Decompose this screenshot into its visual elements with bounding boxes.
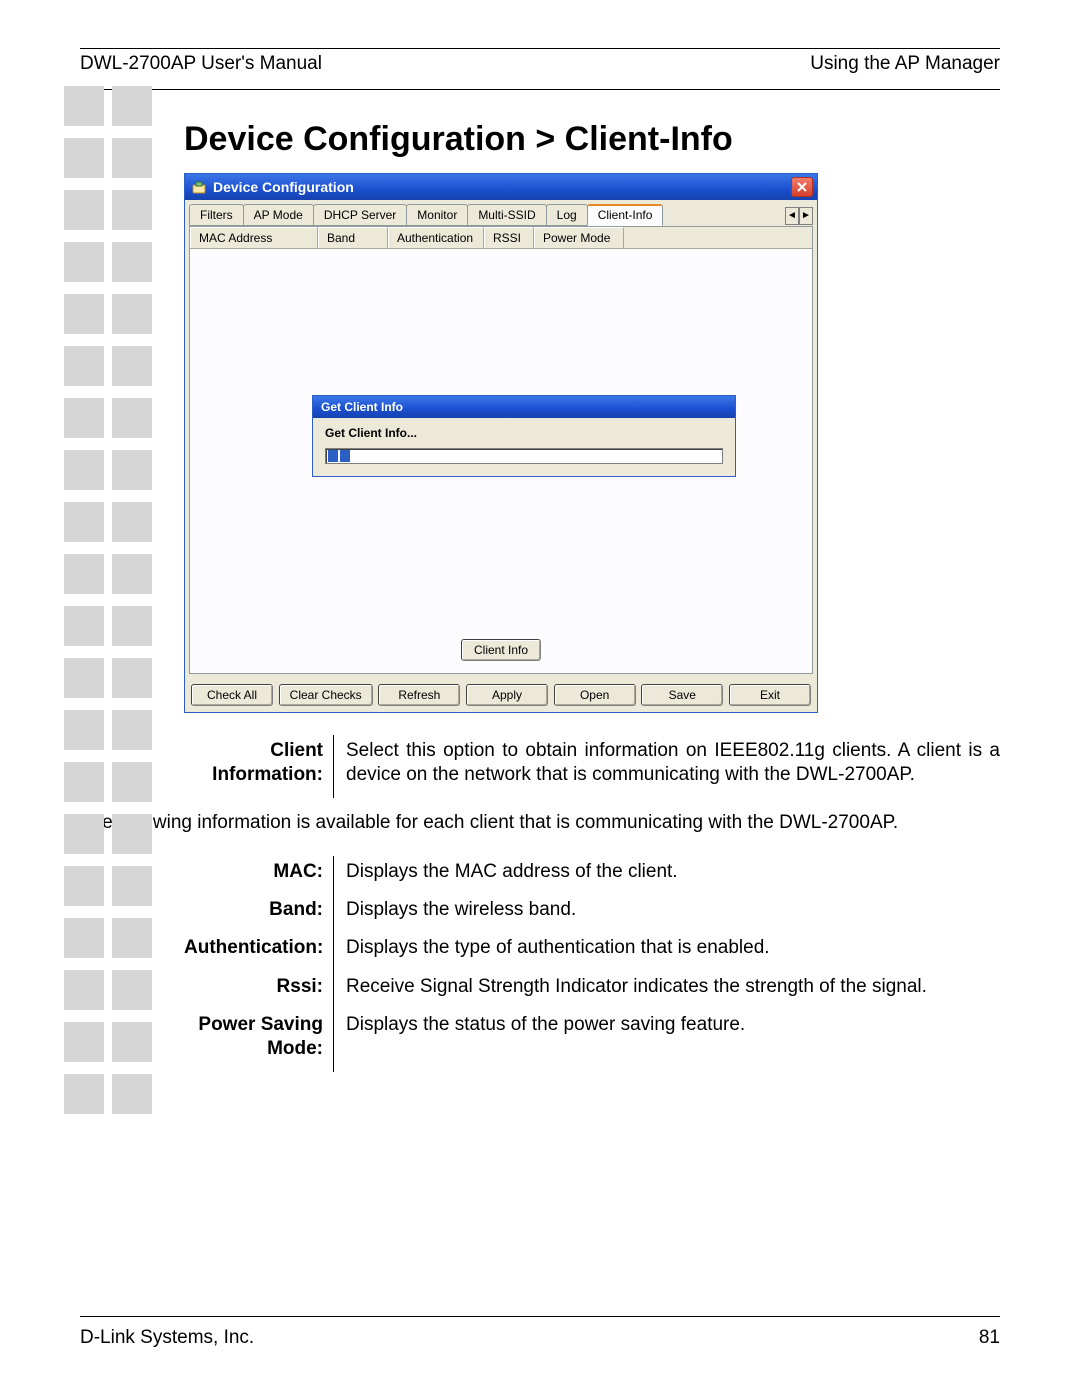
tab-scroll-left-icon[interactable]: ◄ — [785, 207, 799, 225]
check-all-button[interactable]: Check All — [191, 684, 273, 706]
column-headers: MAC Address Band Authentication RSSI Pow… — [190, 227, 812, 249]
save-button[interactable]: Save — [641, 684, 723, 706]
col-band[interactable]: Band — [318, 227, 388, 248]
text-band: Displays the wireless band. — [334, 894, 1000, 932]
open-button[interactable]: Open — [554, 684, 636, 706]
tab-bar: Filters AP Mode DHCP Server Monitor Mult… — [185, 200, 817, 226]
text-authentication: Displays the type of authentication that… — [334, 932, 1000, 970]
intro-paragraph: The following information is available f… — [80, 812, 1000, 834]
label-rssi: Rssi: — [184, 971, 334, 1009]
text-client-information: Select this option to obtain information… — [334, 735, 1000, 798]
window-title: Device Configuration — [213, 179, 791, 195]
clear-checks-button[interactable]: Clear Checks — [279, 684, 373, 706]
apply-button[interactable]: Apply — [466, 684, 548, 706]
mini-body-label: Get Client Info... — [325, 426, 723, 440]
get-client-info-dialog: Get Client Info Get Client Info... — [312, 395, 736, 477]
header-left: DWL-2700AP User's Manual — [80, 53, 322, 75]
col-auth[interactable]: Authentication — [388, 227, 484, 248]
client-info-panel: MAC Address Band Authentication RSSI Pow… — [189, 226, 813, 674]
tab-scroll-right-icon[interactable]: ► — [799, 207, 813, 225]
tab-log[interactable]: Log — [546, 204, 588, 226]
tab-client-info[interactable]: Client-Info — [587, 204, 664, 226]
tab-dhcp-server[interactable]: DHCP Server — [313, 204, 407, 226]
window-titlebar[interactable]: Device Configuration — [185, 174, 817, 200]
exit-button[interactable]: Exit — [729, 684, 811, 706]
col-rssi[interactable]: RSSI — [484, 227, 534, 248]
text-mac: Displays the MAC address of the client. — [334, 856, 1000, 894]
progress-bar — [325, 448, 723, 464]
label-mac: MAC: — [184, 856, 334, 894]
close-icon[interactable] — [791, 177, 813, 197]
header-right: Using the AP Manager — [810, 53, 1000, 75]
tab-monitor[interactable]: Monitor — [406, 204, 468, 226]
window-icon — [191, 179, 207, 195]
text-rssi: Receive Signal Strength Indicator indica… — [334, 971, 1000, 1009]
tab-filters[interactable]: Filters — [189, 204, 244, 226]
footer-right: 81 — [979, 1327, 1000, 1349]
client-info-button[interactable]: Client Info — [461, 639, 541, 661]
label-authentication: Authentication: — [184, 932, 334, 970]
label-client-information: Client Information: — [184, 735, 334, 798]
mini-window-title[interactable]: Get Client Info — [313, 396, 735, 418]
refresh-button[interactable]: Refresh — [378, 684, 460, 706]
tab-multi-ssid[interactable]: Multi-SSID — [467, 204, 546, 226]
section-title: Device Configuration > Client-Info — [184, 120, 1000, 159]
bottom-button-bar: Check All Clear Checks Refresh Apply Ope… — [185, 678, 817, 712]
decorative-squares — [64, 86, 160, 1126]
col-power[interactable]: Power Mode — [534, 227, 624, 248]
label-band: Band: — [184, 894, 334, 932]
label-power-saving: Power Saving Mode: — [184, 1009, 334, 1072]
col-mac[interactable]: MAC Address — [190, 227, 318, 248]
tab-ap-mode[interactable]: AP Mode — [243, 204, 314, 226]
footer-left: D-Link Systems, Inc. — [80, 1327, 254, 1349]
text-power-saving: Displays the status of the power saving … — [334, 1009, 1000, 1047]
device-config-window: Device Configuration Filters AP Mode DHC… — [184, 173, 818, 713]
